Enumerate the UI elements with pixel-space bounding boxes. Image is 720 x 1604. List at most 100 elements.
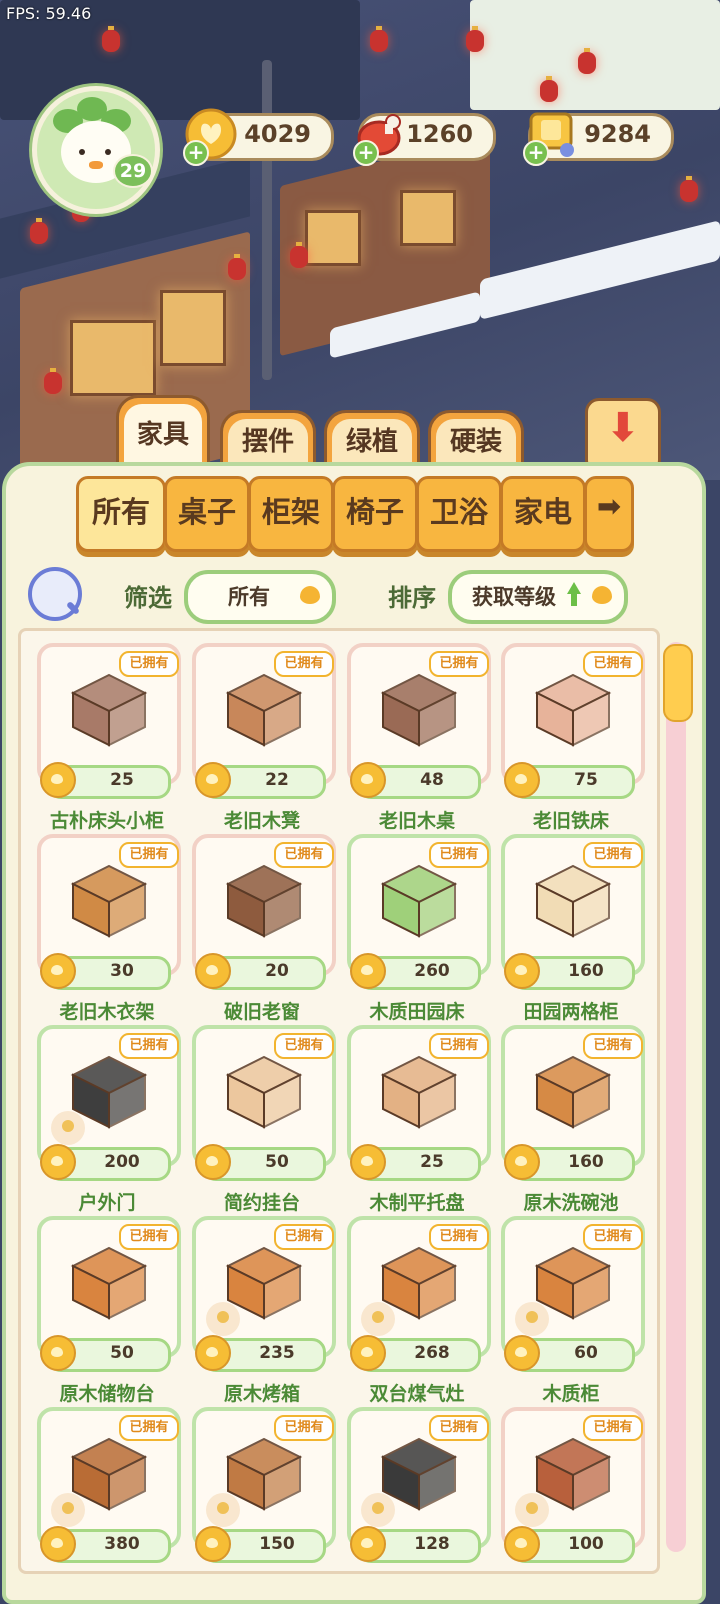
category-shelves[interactable]: 柜架 [248,476,334,552]
item-price: 268 [414,1343,450,1363]
furniture-card[interactable]: 已拥有 235 [192,1216,336,1372]
item-name: 户外门 [78,1192,136,1214]
coin-icon [504,1335,540,1371]
furniture-card[interactable]: 已拥有 200 [37,1025,181,1181]
price-tag: 160 [504,1144,635,1181]
owned-badge: 已拥有 [583,1415,643,1441]
sort-up-arrow-icon [567,582,581,594]
hint-icon [51,1493,85,1527]
lantern [680,176,698,202]
furniture-card[interactable]: 已拥有 150 [192,1407,336,1563]
tab-decor[interactable]: 摆件 [220,410,316,469]
lit-window [400,190,456,246]
coin-icon [504,762,540,798]
item-price: 60 [574,1343,598,1363]
currency-gold[interactable]: + 4029 [183,108,334,166]
furniture-card[interactable]: 已拥有 160 [501,1025,645,1181]
player-avatar[interactable] [32,86,160,214]
furniture-card[interactable]: 已拥有 48 [347,643,491,799]
furniture-card[interactable]: 已拥有 128 [347,1407,491,1563]
category-tables[interactable]: 桌子 [164,476,250,552]
lantern [578,48,596,74]
meat-amount: 1260 [406,120,473,148]
owned-badge: 已拥有 [119,1033,179,1059]
furniture-card[interactable]: 已拥有 260 [347,834,491,990]
category-appliances[interactable]: 家电 [500,476,586,552]
coin-icon [195,762,231,798]
tab-plants[interactable]: 绿植 [324,410,420,469]
filter-dropdown[interactable]: 所有 [184,570,336,624]
lantern [30,218,48,244]
price-tag: 100 [504,1526,635,1563]
owned-badge: 已拥有 [583,1033,643,1059]
player-level-badge: 29 [113,154,153,188]
sort-dropdown[interactable]: 获取等级 [448,570,628,624]
item-name: 原木储物台 [59,1383,155,1405]
lantern [540,76,558,102]
stool-icon [225,673,303,747]
search-icon[interactable] [28,567,82,621]
window-icon [225,864,303,938]
filter-label: 筛选 [124,584,172,612]
add-gold-button[interactable]: + [183,140,209,166]
lantern [102,26,120,52]
add-ticket-button[interactable]: + [523,140,549,166]
item-name: 木制平托盘 [369,1192,465,1214]
furniture-card[interactable]: 已拥有 75 [501,643,645,799]
owned-badge: 已拥有 [583,842,643,868]
price-tag: 200 [40,1144,171,1181]
owned-badge: 已拥有 [119,842,179,868]
tab-fixtures[interactable]: 硬装 [428,410,524,469]
category-chairs[interactable]: 椅子 [332,476,418,552]
furniture-card[interactable]: 已拥有 25 [37,643,181,799]
category-next-button[interactable]: ➡ [584,476,634,552]
ticket-amount: 9284 [584,120,651,148]
beak [89,161,103,169]
owned-badge: 已拥有 [119,651,179,677]
gold-amount: 4029 [244,120,311,148]
furniture-card[interactable]: 已拥有 100 [501,1407,645,1563]
price-tag: 25 [350,1144,481,1181]
shelf-icon [225,1055,303,1129]
owned-badge: 已拥有 [429,1224,489,1250]
furniture-card[interactable]: 已拥有 50 [37,1216,181,1372]
furniture-card[interactable]: 已拥有 50 [192,1025,336,1181]
hint-icon [51,1111,85,1145]
counter-icon [70,1246,148,1320]
hint-icon [361,1302,395,1336]
owned-badge: 已拥有 [274,1415,334,1441]
add-meat-button[interactable]: + [353,140,379,166]
furniture-card[interactable]: 已拥有 20 [192,834,336,990]
category-all[interactable]: 所有 [76,476,166,552]
furniture-card[interactable]: 已拥有 30 [37,834,181,990]
item-price: 20 [265,961,289,981]
fps-counter: FPS: 59.46 [6,4,92,23]
scrollbar-thumb[interactable] [663,644,693,722]
furniture-card[interactable]: 已拥有 22 [192,643,336,799]
item-price: 380 [104,1534,140,1554]
coin-icon [40,953,76,989]
price-tag: 75 [504,762,635,799]
coat-rack-icon [70,864,148,938]
furniture-card[interactable]: 已拥有 268 [347,1216,491,1372]
item-grid[interactable]: 已拥有 25 古朴床头小柜 已拥有 22 老旧木凳 已拥有 48 老旧木桌 已拥有 75 老旧铁床 已拥… [18,628,660,1574]
category-label: 椅子 [345,495,404,529]
furniture-card[interactable]: 已拥有 25 [347,1025,491,1181]
furniture-card[interactable]: 已拥有 380 [37,1407,181,1563]
price-tag: 22 [195,762,326,799]
category-label: 卫浴 [429,495,488,529]
furniture-card[interactable]: 已拥有 60 [501,1216,645,1372]
price-tag: 235 [195,1335,326,1372]
category-bath[interactable]: 卫浴 [416,476,502,552]
bed-icon [534,673,612,747]
furniture-card[interactable]: 已拥有 160 [501,834,645,990]
dropdown-heart-icon [592,586,612,604]
scrollbar-track[interactable] [666,642,686,1552]
snow-patch [480,220,720,320]
tab-furniture[interactable]: 家具 [116,395,210,470]
lantern [290,242,308,268]
coin-icon [504,953,540,989]
currency-ticket[interactable]: + 9284 [523,112,674,166]
hint-icon [206,1493,240,1527]
currency-meat[interactable]: + 1260 [353,113,496,166]
